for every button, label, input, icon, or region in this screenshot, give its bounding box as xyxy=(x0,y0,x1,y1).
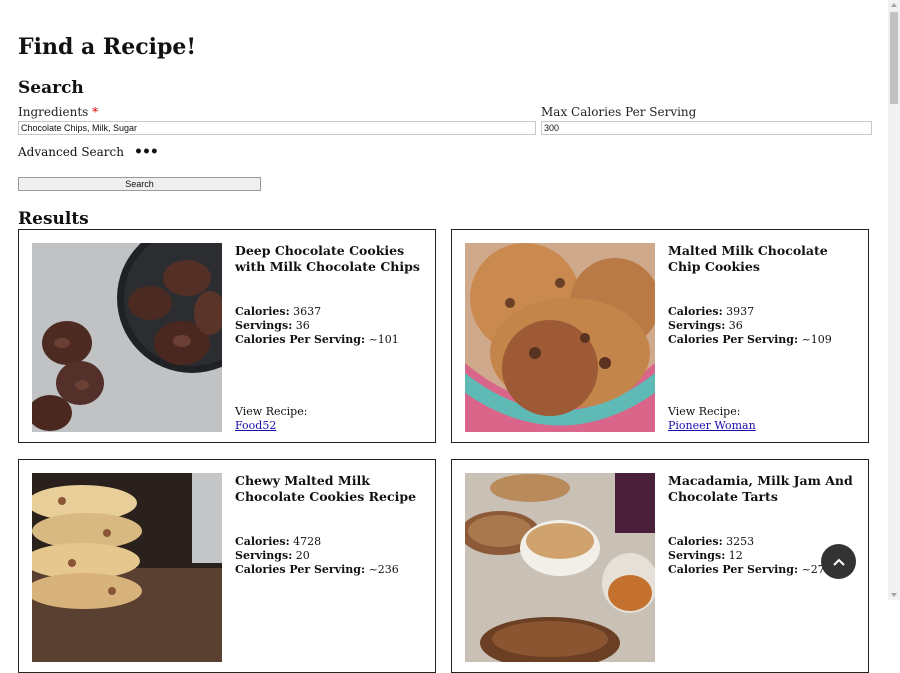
per-serving-row: Calories Per Serving: ~236 xyxy=(235,563,399,577)
per-serving-value: ~109 xyxy=(801,333,832,346)
calories-value: 4728 xyxy=(293,535,322,548)
recipe-title: Macadamia, Milk Jam And Chocolate Tarts xyxy=(668,473,853,504)
more-dots-icon: ••• xyxy=(134,144,159,160)
recipe-title: Malted Milk Chocolate Chip Cookies xyxy=(668,243,828,274)
servings-label: Servings: xyxy=(235,549,293,562)
recipe-image[interactable] xyxy=(32,243,222,432)
servings-label: Servings: xyxy=(668,549,726,562)
servings-row: Servings: 12 xyxy=(668,549,832,563)
calories-row: Calories: 3937 xyxy=(668,305,832,319)
servings-label: Servings: xyxy=(668,319,726,332)
ingredients-label-text: Ingredients xyxy=(18,105,89,119)
calories-value: 3253 xyxy=(726,535,755,548)
calories-row: Calories: 3253 xyxy=(668,535,832,549)
per-serving-value: ~101 xyxy=(368,333,399,346)
calories-row: Calories: 4728 xyxy=(235,535,399,549)
per-serving-row: Calories Per Serving: ~271 xyxy=(668,563,832,577)
view-recipe: View Recipe: Food52 xyxy=(235,405,307,433)
recipe-card: Chewy Malted Milk Chocolate Cookies Reci… xyxy=(18,459,436,673)
recipe-source-link[interactable]: Pioneer Woman xyxy=(668,419,756,432)
vertical-scrollbar[interactable] xyxy=(888,0,900,600)
scroll-up-arrow-icon[interactable] xyxy=(891,3,897,7)
recipe-stats: Calories: 3637 Servings: 36 Calories Per… xyxy=(235,305,399,347)
page-title: Find a Recipe! xyxy=(18,34,196,60)
view-recipe: View Recipe: Pioneer Woman xyxy=(668,405,756,433)
advanced-search-label: Advanced Search xyxy=(18,145,124,159)
recipe-image[interactable] xyxy=(32,473,222,662)
search-heading: Search xyxy=(18,78,84,98)
scroll-down-arrow-icon[interactable] xyxy=(891,593,897,597)
max-calories-input[interactable]: 300 xyxy=(541,121,872,135)
per-serving-row: Calories Per Serving: ~109 xyxy=(668,333,832,347)
required-mark: * xyxy=(92,105,99,119)
servings-value: 20 xyxy=(295,549,310,562)
servings-value: 36 xyxy=(295,319,310,332)
calories-label: Calories: xyxy=(668,305,723,318)
scroll-to-top-button[interactable] xyxy=(821,544,856,579)
per-serving-label: Calories Per Serving: xyxy=(235,333,366,346)
ingredients-label: Ingredients * xyxy=(18,105,98,119)
ingredients-input[interactable]: Chocolate Chips, Milk, Sugar xyxy=(18,121,536,135)
recipe-title: Deep Chocolate Cookies with Milk Chocola… xyxy=(235,243,420,274)
scrollbar-thumb[interactable] xyxy=(890,12,898,104)
per-serving-row: Calories Per Serving: ~101 xyxy=(235,333,399,347)
recipe-title: Chewy Malted Milk Chocolate Cookies Reci… xyxy=(235,473,417,504)
recipe-card: Macadamia, Milk Jam And Chocolate Tarts … xyxy=(451,459,869,673)
recipe-stats: Calories: 3253 Servings: 12 Calories Per… xyxy=(668,535,832,577)
recipe-card: Malted Milk Chocolate Chip Cookies Calor… xyxy=(451,229,869,443)
chevron-up-icon xyxy=(832,558,845,566)
servings-value: 36 xyxy=(728,319,743,332)
calories-label: Calories: xyxy=(668,535,723,548)
servings-row: Servings: 36 xyxy=(668,319,832,333)
recipe-stats: Calories: 3937 Servings: 36 Calories Per… xyxy=(668,305,832,347)
calories-value: 3937 xyxy=(726,305,755,318)
recipe-image[interactable] xyxy=(465,473,655,662)
calories-row: Calories: 3637 xyxy=(235,305,399,319)
per-serving-label: Calories Per Serving: xyxy=(668,333,799,346)
view-recipe-label: View Recipe: xyxy=(668,405,741,418)
servings-value: 12 xyxy=(728,549,743,562)
recipe-source-link[interactable]: Food52 xyxy=(235,419,276,432)
servings-row: Servings: 20 xyxy=(235,549,399,563)
per-serving-label: Calories Per Serving: xyxy=(668,563,799,576)
servings-label: Servings: xyxy=(235,319,293,332)
per-serving-value: ~236 xyxy=(368,563,399,576)
calories-label: Calories: xyxy=(235,305,290,318)
max-calories-label: Max Calories Per Serving xyxy=(541,105,697,119)
recipe-card: Deep Chocolate Cookies with Milk Chocola… xyxy=(18,229,436,443)
calories-label: Calories: xyxy=(235,535,290,548)
advanced-search-toggle[interactable]: Advanced Search ••• xyxy=(18,144,159,160)
servings-row: Servings: 36 xyxy=(235,319,399,333)
results-heading: Results xyxy=(18,209,89,229)
per-serving-label: Calories Per Serving: xyxy=(235,563,366,576)
view-recipe-label: View Recipe: xyxy=(235,405,308,418)
recipe-image[interactable] xyxy=(465,243,655,432)
search-button[interactable]: Search xyxy=(18,177,261,191)
recipe-stats: Calories: 4728 Servings: 20 Calories Per… xyxy=(235,535,399,577)
calories-value: 3637 xyxy=(293,305,322,318)
